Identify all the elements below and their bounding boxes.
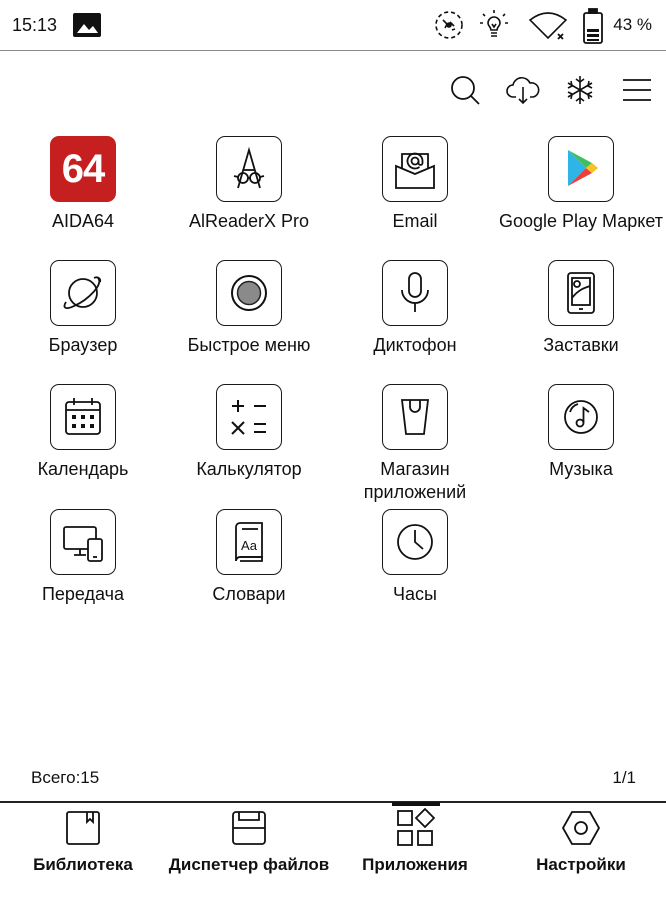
app-browser[interactable]: Браузер (0, 260, 166, 370)
battery-icon (580, 8, 606, 44)
browser-icon (50, 260, 116, 326)
app-aida64[interactable]: 64 AIDA64 (0, 136, 166, 246)
app-app-store[interactable]: Магазин приложений (332, 384, 498, 502)
app-screensavers[interactable]: Заставки (498, 260, 664, 370)
cloud-download-button[interactable] (505, 72, 541, 108)
screensaver-icon (548, 260, 614, 326)
sync-icon[interactable] (432, 8, 466, 42)
app-label: Передача (41, 584, 125, 604)
google-play-icon (548, 136, 614, 202)
total-count: Всего:15 (31, 768, 100, 787)
dictionary-icon: Aa (216, 509, 282, 575)
dictionary-glyph: Aa (241, 538, 258, 553)
nav-library[interactable]: Библиотека (0, 802, 166, 900)
freeze-button[interactable] (562, 72, 598, 108)
app-label: Музыка (549, 459, 613, 479)
snowflake-icon (567, 76, 593, 104)
app-google-play[interactable]: Google Play Маркет (498, 136, 664, 246)
wifi-off-icon[interactable] (528, 8, 568, 42)
search-icon (451, 76, 480, 105)
app-label: Магазин приложений (363, 459, 467, 502)
app-music[interactable]: Музыка (498, 384, 664, 494)
app-clock[interactable]: Часы (332, 509, 498, 619)
status-time: 15:13 (12, 15, 58, 35)
app-dictionaries[interactable]: Aa Словари (166, 509, 332, 619)
nav-label: Приложения (362, 855, 468, 874)
status-bar: 15:13 43 % (0, 0, 666, 50)
app-calculator[interactable]: Калькулятор (166, 384, 332, 494)
aida64-icon: 64 (50, 136, 116, 202)
app-label: Часы (393, 584, 437, 604)
app-label: Google Play Маркет (498, 211, 663, 231)
calculator-icon (216, 384, 282, 450)
settings-icon (561, 808, 601, 848)
frontlight-icon[interactable] (477, 8, 511, 42)
alreader-icon (216, 136, 282, 202)
menu-icon (623, 79, 651, 101)
apps-icon (395, 808, 435, 848)
nav-label: Библиотека (33, 855, 133, 874)
email-icon (382, 136, 448, 202)
clock-icon (382, 509, 448, 575)
app-store-icon (382, 384, 448, 450)
status-divider (0, 50, 666, 51)
file-manager-icon (229, 808, 269, 848)
app-calendar[interactable]: Календарь (0, 384, 166, 494)
app-label: AIDA64 (51, 211, 115, 231)
microphone-icon (382, 260, 448, 326)
image-icon[interactable] (70, 8, 104, 42)
app-transfer[interactable]: Передача (0, 509, 166, 619)
app-quick-menu[interactable]: Быстрое меню (166, 260, 332, 370)
app-label: Заставки (543, 335, 619, 355)
library-icon (63, 808, 103, 848)
app-label: AlReaderX Pro (188, 211, 310, 231)
nav-label: Настройки (536, 855, 626, 874)
music-icon (548, 384, 614, 450)
nav-applications[interactable]: Приложения (332, 802, 498, 900)
calendar-icon (50, 384, 116, 450)
app-alreaderx-pro[interactable]: AlReaderX Pro (166, 136, 332, 246)
app-launcher-screen: 15:13 43 % 64 AIDA64 AlReaderX Pro Email… (0, 0, 666, 900)
app-label: Браузер (48, 335, 118, 355)
app-email[interactable]: Email (332, 136, 498, 246)
page-indicator: 1/1 (612, 768, 636, 787)
cloud-download-icon (506, 77, 540, 105)
app-label: Калькулятор (196, 459, 302, 479)
app-voice-recorder[interactable]: Диктофон (332, 260, 498, 370)
search-button[interactable] (447, 72, 483, 108)
nav-label: Диспетчер файлов (168, 855, 330, 874)
nav-settings[interactable]: Настройки (498, 802, 664, 900)
aida64-logo-text: 64 (61, 146, 105, 191)
transfer-icon (50, 509, 116, 575)
nav-file-manager[interactable]: Диспетчер файлов (166, 802, 332, 900)
quick-menu-icon (216, 260, 282, 326)
app-label: Быстрое меню (187, 335, 311, 355)
app-label: Диктофон (373, 335, 457, 355)
app-label: Словари (212, 584, 286, 604)
battery-percent: 43 % (613, 15, 652, 34)
app-label: Календарь (37, 459, 129, 479)
app-label: Email (392, 211, 438, 231)
menu-button[interactable] (619, 72, 655, 108)
